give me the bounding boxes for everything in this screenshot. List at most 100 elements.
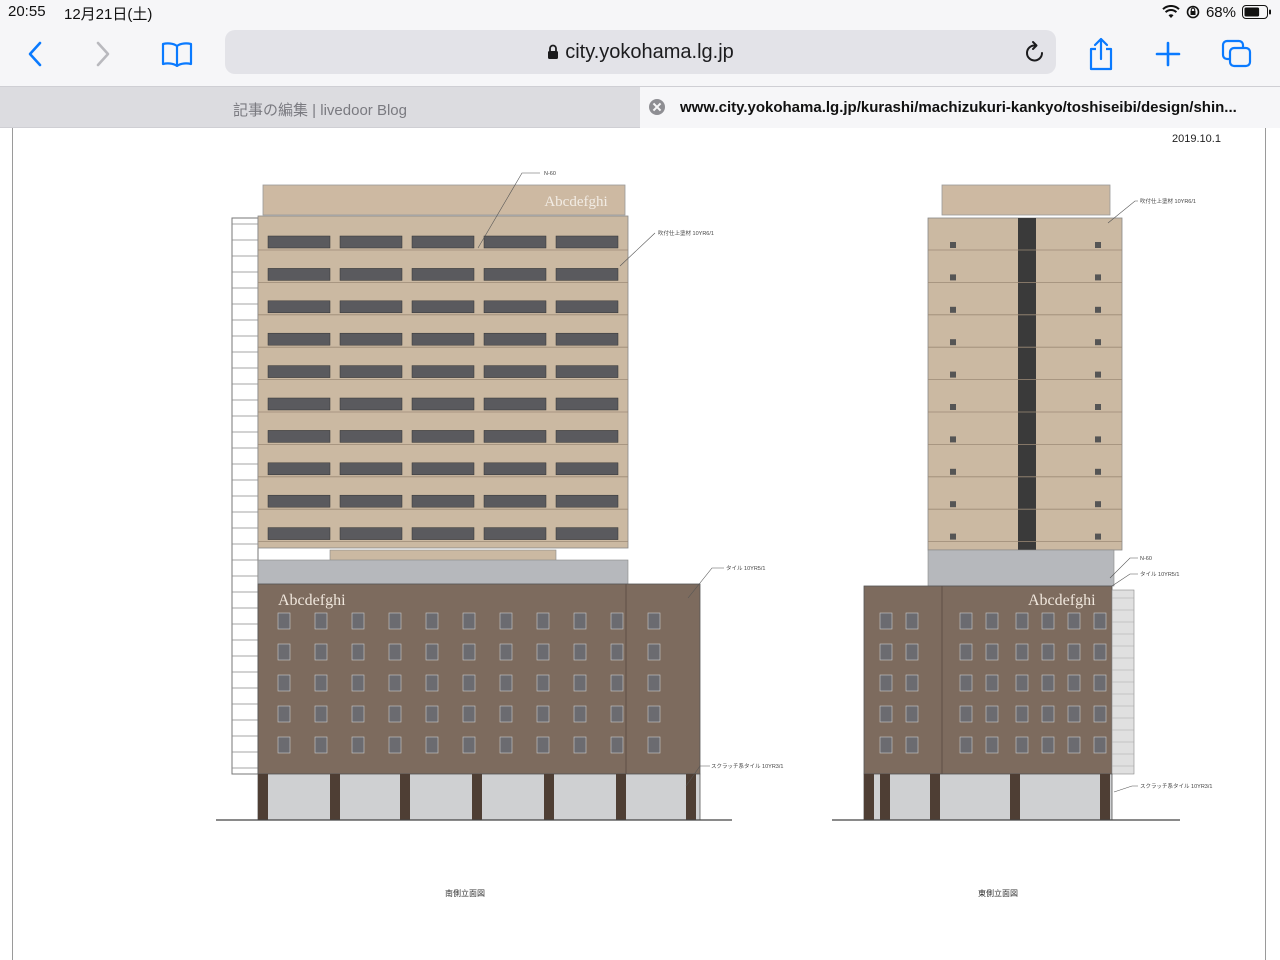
- tower-window: [267, 300, 331, 314]
- east-note-1: 吹付仕上塗材 10YR6/1: [1140, 197, 1196, 205]
- tower-window: [1095, 242, 1101, 248]
- podium-window: [905, 643, 919, 661]
- podium-window: [1041, 674, 1055, 692]
- tabs-icon: [1221, 39, 1252, 68]
- reload-button[interactable]: [1024, 40, 1046, 69]
- podium-window: [314, 736, 328, 754]
- tower-window: [555, 527, 619, 540]
- page-content[interactable]: 2019.10.1 Abcdefghi Abcdefghi N-60 吹付仕上塗…: [0, 128, 1280, 960]
- podium-window: [314, 674, 328, 692]
- podium-window: [1093, 736, 1107, 754]
- tower-window: [950, 468, 956, 475]
- podium-window: [1093, 705, 1107, 723]
- new-tab-button[interactable]: [1154, 32, 1182, 76]
- east-roof-frame: [941, 184, 1111, 216]
- podium-window: [1015, 736, 1029, 754]
- tower-window: [411, 430, 475, 443]
- podium-window: [985, 705, 999, 723]
- tower-window: [483, 462, 547, 476]
- south-elevation: Abcdefghi Abcdefghi N-60 吹付仕上塗材 10YR6/1 …: [216, 171, 783, 821]
- ground-pier: [1100, 774, 1110, 820]
- podium-window: [314, 643, 328, 661]
- status-date: 12月21日(土): [64, 6, 153, 23]
- podium-window: [610, 643, 624, 661]
- tower-window: [950, 404, 956, 410]
- podium-window: [1067, 674, 1081, 692]
- external-stair: [231, 217, 259, 775]
- east-podium-sign: Abcdefghi: [1028, 592, 1096, 609]
- status-bar: 20:55 12月21日(土) 68%: [0, 0, 1280, 24]
- podium-window: [536, 612, 550, 630]
- browser-toolbar: city.yokohama.lg.jp: [0, 24, 1280, 86]
- status-indicators: 68%: [1162, 3, 1272, 21]
- tab-livedoor[interactable]: 記事の編集 | livedoor Blog: [0, 86, 640, 128]
- east-note-4: スクラッチ系タイル 10YR3/1: [1140, 782, 1212, 790]
- wifi-icon: [1162, 5, 1180, 18]
- tower-window: [339, 494, 403, 508]
- podium-window: [499, 705, 513, 723]
- podium-window: [1067, 736, 1081, 754]
- podium-window: [905, 674, 919, 692]
- tower-window: [267, 397, 331, 411]
- ground-pier: [616, 774, 626, 820]
- ground-pier: [544, 774, 554, 820]
- podium-window: [1041, 643, 1055, 661]
- tabs-overview-button[interactable]: [1220, 32, 1254, 76]
- tab-yokohama[interactable]: www.city.yokohama.lg.jp/kurashi/machizuk…: [640, 86, 1280, 128]
- tab-close-button[interactable]: [649, 99, 665, 115]
- forward-button[interactable]: [90, 32, 116, 76]
- bookmarks-button[interactable]: [160, 32, 194, 76]
- podium-window: [573, 736, 587, 754]
- podium-window: [277, 643, 291, 661]
- podium-window: [277, 612, 291, 630]
- podium-window: [351, 674, 365, 692]
- south-note-1: N-60: [544, 171, 556, 177]
- tower-window: [267, 527, 331, 540]
- address-bar[interactable]: city.yokohama.lg.jp: [225, 30, 1056, 74]
- ground-pier: [686, 774, 696, 820]
- tower-window: [339, 430, 403, 443]
- podium-window: [499, 612, 513, 630]
- podium-window: [536, 674, 550, 692]
- podium-window: [425, 612, 439, 630]
- tower-window: [1095, 306, 1101, 313]
- podium-window: [536, 643, 550, 661]
- tower-window: [411, 332, 475, 346]
- podium-window: [277, 705, 291, 723]
- share-button[interactable]: [1086, 32, 1116, 76]
- south-roof-sign: Abcdefghi: [544, 194, 607, 210]
- podium-window: [1093, 643, 1107, 661]
- tower-window: [267, 235, 331, 249]
- ground-pier: [258, 774, 268, 820]
- podium-window: [985, 674, 999, 692]
- podium-window: [573, 674, 587, 692]
- ground-pier: [880, 774, 890, 820]
- tower-window: [483, 332, 547, 346]
- podium-window: [879, 643, 893, 661]
- tower-window: [950, 436, 956, 443]
- podium-window: [1041, 736, 1055, 754]
- tower-window: [411, 268, 475, 281]
- tower-glass-base: [257, 559, 629, 585]
- south-podium-sign: Abcdefghi: [278, 592, 346, 609]
- tower-window: [555, 332, 619, 346]
- back-button[interactable]: [22, 32, 48, 76]
- podium-window: [462, 643, 476, 661]
- podium-window: [1093, 612, 1107, 630]
- podium-window: [388, 612, 402, 630]
- tab-title: www.city.yokohama.lg.jp/kurashi/machizuk…: [680, 99, 1237, 116]
- elevation-drawing: Abcdefghi Abcdefghi N-60 吹付仕上塗材 10YR6/1 …: [216, 171, 1212, 821]
- east-glass-base: [927, 549, 1115, 587]
- podium-window: [647, 736, 661, 754]
- tower-window: [555, 268, 619, 281]
- tower-window: [411, 462, 475, 476]
- tower-window: [267, 268, 331, 281]
- podium-window: [879, 612, 893, 630]
- south-elevation-caption: 南側立面図: [445, 889, 485, 898]
- ground-pier: [1010, 774, 1020, 820]
- tower-window: [339, 300, 403, 314]
- podium-window: [536, 705, 550, 723]
- podium-window: [277, 736, 291, 754]
- podium-window: [388, 643, 402, 661]
- tower-window: [1095, 436, 1101, 443]
